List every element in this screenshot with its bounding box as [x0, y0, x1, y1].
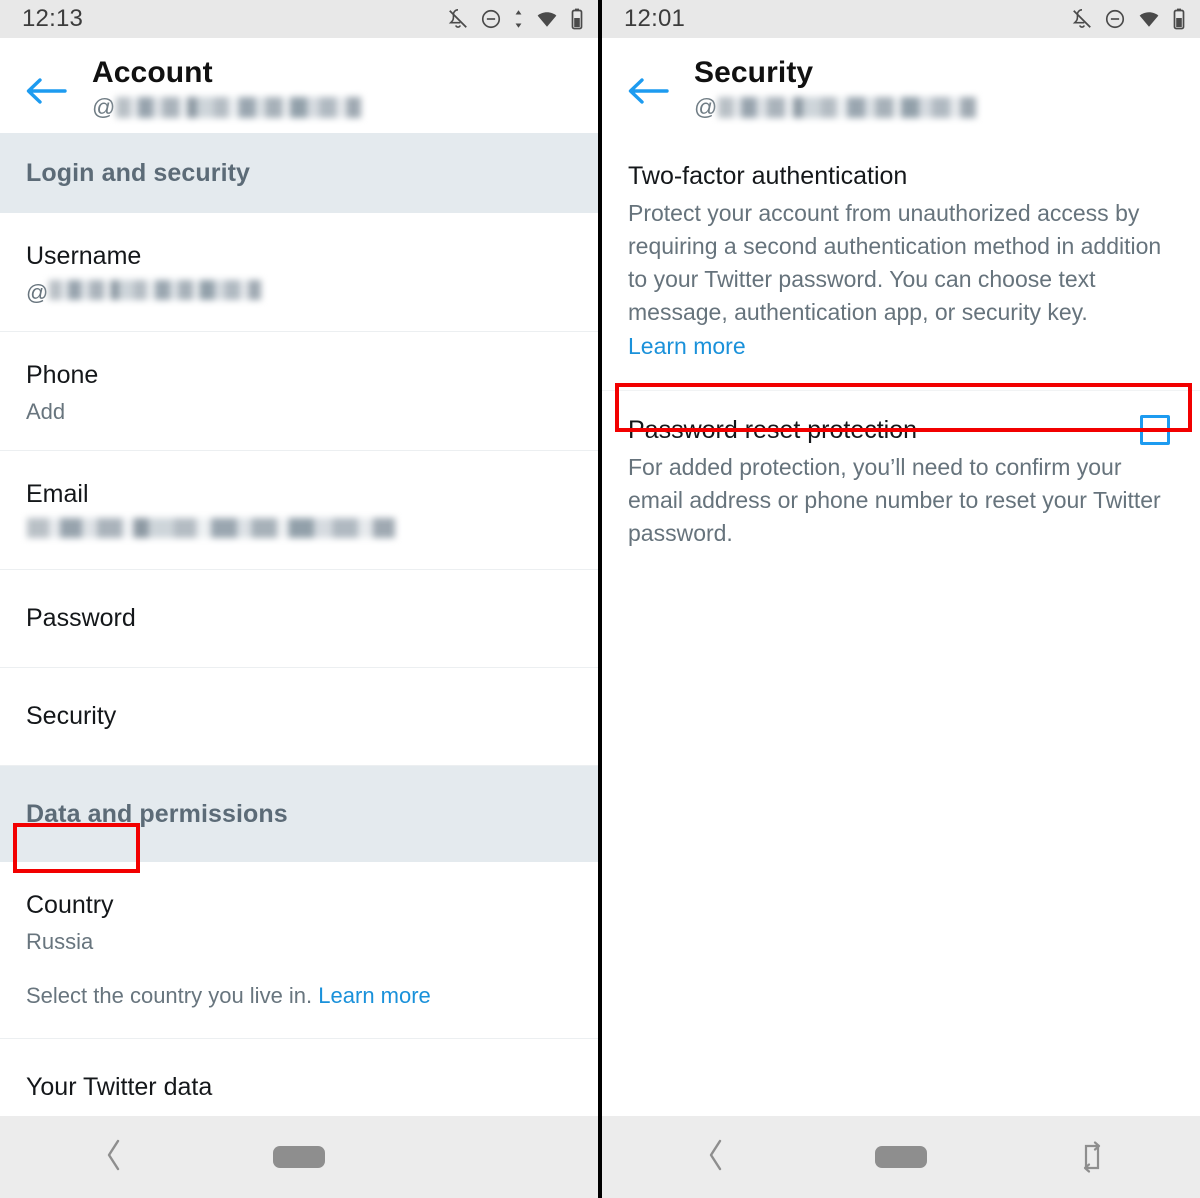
nav-back-button[interactable]	[104, 1138, 124, 1177]
status-icons	[447, 7, 584, 31]
row-title: Security	[26, 702, 117, 730]
row-subtitle	[26, 515, 572, 547]
title-group-left: Account @	[92, 54, 362, 122]
password-reset-protection-description: For added protection, you’ll need to con…	[628, 454, 1161, 546]
password-reset-protection-row[interactable]: Password reset protection	[602, 391, 1200, 447]
data-transfer-icon	[513, 8, 524, 30]
right-phone-screen: 12:01 Security @ Two-factor authenticati…	[598, 0, 1200, 1198]
row-security[interactable]: Security	[0, 668, 598, 766]
two-factor-learn-more-link[interactable]: Learn more	[628, 329, 746, 364]
account-handle: @	[694, 92, 977, 122]
section-header-label: Data and permissions	[26, 799, 288, 828]
back-arrow-icon	[627, 76, 669, 111]
row-username[interactable]: Username @	[0, 213, 598, 332]
section-header-login-and-security: Login and security	[0, 133, 598, 213]
two-factor-authentication-block[interactable]: Two-factor authentication Protect your a…	[602, 133, 1200, 364]
page-title: Account	[92, 56, 213, 89]
settings-list-left: Login and security Username @ Phone Add …	[0, 133, 598, 1116]
row-country[interactable]: Country Russia Select the country you li…	[0, 862, 598, 1039]
back-arrow-icon	[25, 76, 67, 111]
row-title: Password	[26, 604, 136, 632]
app-bar-right: Security @	[602, 38, 1200, 133]
back-button-right[interactable]	[602, 54, 694, 111]
username-at-symbol: @	[26, 280, 49, 305]
row-password[interactable]: Password	[0, 570, 598, 668]
row-title: Phone	[26, 361, 99, 389]
section-header-data-and-permissions: Data and permissions	[0, 766, 598, 862]
country-hint: Select the country you live in. Learn mo…	[26, 980, 572, 1012]
wifi-icon	[535, 8, 559, 30]
row-title: Your Twitter data	[26, 1073, 213, 1101]
status-clock: 12:01	[624, 5, 686, 32]
password-reset-protection-label: Password reset protection	[628, 416, 918, 444]
row-your-twitter-data[interactable]: Your Twitter data	[0, 1039, 598, 1116]
nav-bar-right	[602, 1116, 1200, 1198]
account-handle: @	[92, 92, 362, 122]
app-bar-left: Account @	[0, 38, 598, 133]
row-subtitle: Add	[26, 399, 66, 424]
do-not-disturb-icon	[480, 8, 502, 30]
screen-rotate-icon[interactable]	[1078, 1139, 1108, 1175]
row-subtitle: Russia	[26, 929, 94, 954]
nav-back-button[interactable]	[706, 1138, 726, 1177]
bell-off-icon	[1071, 8, 1093, 30]
section-header-label: Login and security	[26, 158, 251, 187]
two-factor-description: Protect your account from unauthorized a…	[628, 200, 1162, 325]
title-group-right: Security @	[694, 54, 977, 122]
status-bar-right: 12:01	[602, 0, 1200, 38]
battery-icon	[570, 7, 584, 31]
row-subtitle: @	[26, 277, 572, 309]
password-reset-protection-checkbox[interactable]	[1140, 415, 1170, 445]
bell-off-icon	[447, 8, 469, 30]
do-not-disturb-icon	[1104, 8, 1126, 30]
username-redacted-block	[49, 280, 262, 300]
email-redacted-block	[27, 518, 395, 538]
row-title: Username	[26, 242, 142, 270]
row-title: Email	[26, 480, 89, 508]
row-title: Country	[26, 891, 114, 919]
status-icons	[1071, 7, 1186, 31]
wifi-icon	[1137, 8, 1161, 30]
nav-home-button[interactable]	[875, 1146, 927, 1168]
country-learn-more-link[interactable]: Learn more	[318, 983, 431, 1008]
handle-at-symbol: @	[694, 94, 718, 120]
handle-redacted-block	[116, 96, 362, 118]
dual-screenshot-container: 12:13 Account @ Login and security Usern…	[0, 0, 1200, 1198]
battery-icon	[1172, 7, 1186, 31]
handle-at-symbol: @	[92, 94, 116, 120]
row-phone[interactable]: Phone Add	[0, 332, 598, 451]
row-email[interactable]: Email	[0, 451, 598, 570]
nav-bar-left	[0, 1116, 598, 1198]
nav-home-button[interactable]	[273, 1146, 325, 1168]
handle-redacted-block	[718, 96, 977, 118]
back-button-left[interactable]	[0, 54, 92, 111]
two-factor-title: Two-factor authentication	[628, 162, 908, 190]
left-phone-screen: 12:13 Account @ Login and security Usern…	[0, 0, 598, 1198]
country-hint-text: Select the country you live in.	[26, 983, 313, 1008]
page-title: Security	[694, 56, 814, 89]
security-content: Two-factor authentication Protect your a…	[602, 133, 1200, 1116]
status-bar-left: 12:13	[0, 0, 598, 38]
status-clock: 12:13	[22, 5, 84, 32]
